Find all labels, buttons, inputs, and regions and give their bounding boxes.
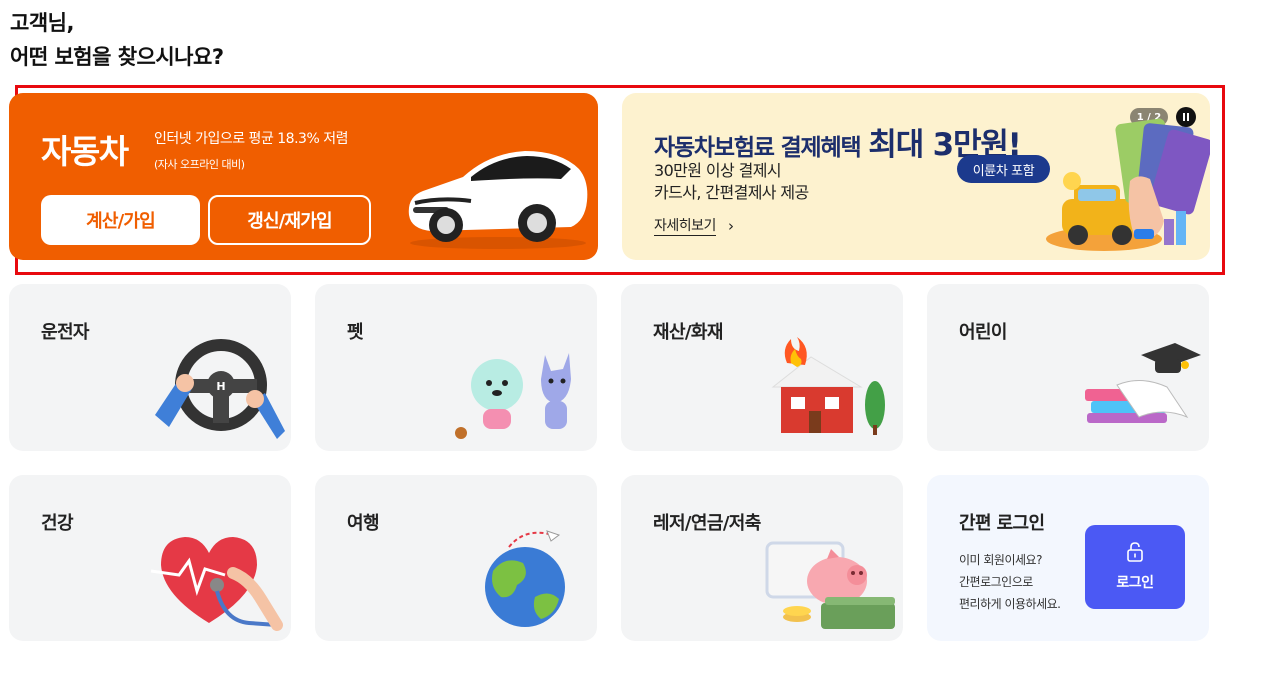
category-card-pet[interactable]: 펫 — [315, 284, 597, 451]
category-card-property[interactable]: 재산/화재 — [621, 284, 903, 451]
svg-text:H: H — [216, 380, 225, 393]
category-label: 재산/화재 — [653, 322, 723, 343]
house-fire-icon — [771, 337, 885, 435]
category-card-driver[interactable]: 운전자 H — [9, 284, 291, 451]
category-card-leisure-savings[interactable]: 레저/연금/저축 — [621, 475, 903, 641]
login-title: 간편 로그인 — [959, 513, 1045, 534]
heart-stethoscope-icon — [150, 537, 283, 631]
login-button-label: 로그인 — [1116, 575, 1154, 591]
category-card-health[interactable]: 건강 — [9, 475, 291, 641]
calc-join-button[interactable]: 계산/가입 — [41, 195, 200, 245]
category-label: 여행 — [347, 513, 380, 534]
piggy-bank-icon — [765, 541, 895, 629]
category-label: 운전자 — [41, 322, 89, 343]
login-description: 이미 회원이세요? 간편로그인으로 편리하게 이용하세요. — [959, 549, 1061, 615]
promo-badge: 이륜차 포함 — [957, 155, 1050, 183]
login-desc-line3: 편리하게 이용하세요. — [959, 597, 1061, 611]
login-button[interactable]: 로그인 — [1085, 525, 1185, 609]
chevron-right-icon: › — [728, 217, 734, 235]
car-insurance-card: 자동차 인터넷 가입으로 평균 18.3% 저렴 (자사 오프라인 대비) 계산… — [9, 93, 598, 260]
quick-login-card: 간편 로그인 이미 회원이세요? 간편로그인으로 편리하게 이용하세요. 로그인 — [927, 475, 1209, 641]
category-label: 건강 — [41, 513, 74, 534]
promo-line1: 30만원 이상 결제시 — [654, 161, 782, 180]
renew-rejoin-button[interactable]: 갱신/재가입 — [208, 195, 371, 245]
car-title: 자동차 — [41, 132, 129, 171]
car-icon — [408, 151, 588, 249]
books-graduation-icon — [1085, 343, 1201, 423]
car-description: 인터넷 가입으로 평균 18.3% 저렴 — [154, 131, 348, 147]
greeting-line1: 고객님, — [10, 11, 74, 35]
greeting-heading: 고객님, 어떤 보험을 찾으시나요? — [10, 6, 224, 74]
promo-line2: 카드사, 간편결제사 제공 — [654, 183, 809, 202]
login-desc-line2: 간편로그인으로 — [959, 575, 1033, 589]
category-card-travel[interactable]: 여행 — [315, 475, 597, 641]
greeting-line2: 어떤 보험을 찾으시나요? — [10, 45, 224, 69]
login-desc-line1: 이미 회원이세요? — [959, 553, 1042, 567]
category-label: 펫 — [347, 322, 364, 343]
steering-wheel-icon: H — [155, 339, 285, 439]
promo-details-link[interactable]: 자세히보기 — [654, 218, 716, 236]
promo-banner[interactable]: 자동차보험료 결제혜택 최대 3만원! 30만원 이상 결제시 카드사, 간편결제… — [622, 93, 1210, 260]
globe-plane-icon — [485, 530, 565, 627]
unlock-icon — [1127, 542, 1143, 562]
car-card-hand-icon — [1046, 118, 1210, 251]
pet-icon — [455, 353, 571, 439]
category-label: 레저/연금/저축 — [653, 513, 761, 534]
car-sub-description: (자사 오프라인 대비) — [154, 158, 245, 171]
category-label: 어린이 — [959, 322, 1007, 343]
category-card-children[interactable]: 어린이 — [927, 284, 1209, 451]
